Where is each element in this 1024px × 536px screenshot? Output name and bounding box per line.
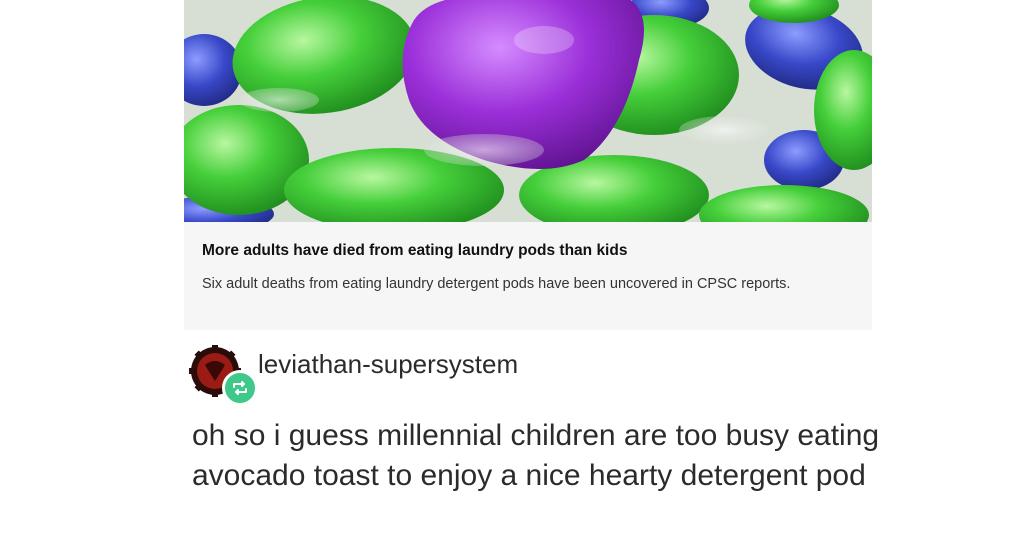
laundry-pods-image [184,0,872,222]
link-card-description: Six adult deaths from eating laundry det… [202,276,791,292]
post-username[interactable]: leviathan-supersystem [258,349,518,380]
link-card[interactable]: More adults have died from eating laundr… [184,0,872,330]
link-card-title[interactable]: More adults have died from eating laundr… [202,242,627,260]
reblog-icon [222,370,258,406]
link-card-text[interactable]: More adults have died from eating laundr… [184,222,872,330]
post-body: oh so i guess millennial children are to… [192,419,880,492]
